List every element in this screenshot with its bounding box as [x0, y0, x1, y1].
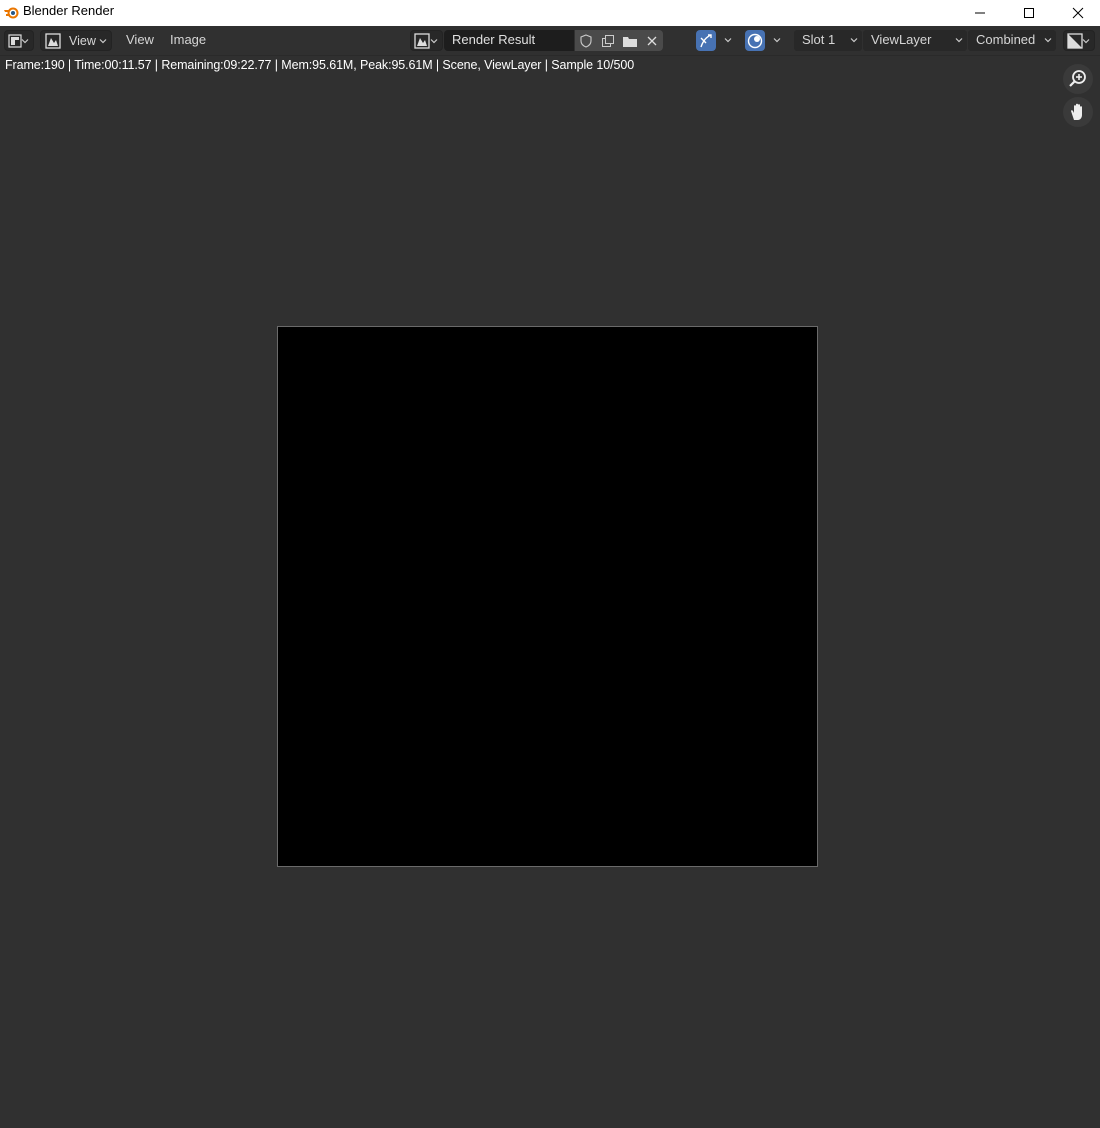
chevron-down-icon [955, 38, 963, 43]
browse-image-dropdown[interactable] [410, 30, 443, 51]
minimize-icon [975, 12, 985, 14]
color-alpha-icon [1067, 32, 1083, 49]
menu-image[interactable]: Image [170, 32, 206, 47]
maximize-button[interactable] [1005, 0, 1053, 26]
image-name-field[interactable]: Render Result [444, 30, 574, 51]
maximize-icon [1024, 8, 1034, 18]
chevron-down-icon [1082, 39, 1090, 44]
chevron-down-icon [99, 39, 107, 44]
gizmo-icon [700, 33, 712, 47]
mode-dropdown[interactable]: View [40, 30, 112, 51]
title-bar: Blender Render [0, 0, 1100, 26]
slot-label: Slot 1 [802, 32, 836, 47]
close-window-button[interactable] [1054, 0, 1100, 26]
minimize-button[interactable] [956, 0, 1004, 26]
display-channels-dropdown[interactable] [1063, 30, 1095, 51]
chevron-down-icon [773, 38, 781, 43]
render-result-image[interactable] [277, 326, 818, 867]
zoom-button[interactable] [1063, 64, 1093, 94]
duplicate-image-button[interactable] [597, 30, 619, 51]
show-gizmo-toggle[interactable] [696, 30, 716, 51]
duplicate-icon [602, 34, 614, 47]
chevron-down-icon [430, 39, 438, 44]
render-status-text: Frame:190 | Time:00:11.57 | Remaining:09… [5, 58, 635, 72]
overlay-options-dropdown[interactable] [765, 30, 785, 51]
show-overlays-toggle[interactable] [745, 30, 765, 51]
render-pass-dropdown[interactable]: Combined [968, 30, 1056, 51]
view-layer-dropdown[interactable]: ViewLayer [863, 30, 967, 51]
image-editor-icon [8, 33, 22, 48]
blender-logo-icon [4, 7, 19, 19]
shield-icon [580, 33, 592, 48]
view-mode-icon [45, 32, 61, 49]
image-icon [414, 32, 430, 49]
slot-dropdown[interactable]: Slot 1 [794, 30, 862, 51]
pan-button[interactable] [1063, 97, 1093, 127]
window-title: Blender Render [23, 3, 115, 18]
hand-icon [1071, 103, 1082, 120]
chevron-down-icon [724, 38, 732, 43]
folder-icon [623, 36, 637, 47]
gizmo-options-dropdown[interactable] [716, 30, 736, 51]
close-icon [1072, 7, 1084, 19]
zoom-in-icon [1069, 70, 1086, 87]
menu-view[interactable]: View [126, 32, 154, 47]
mode-dropdown-label: View [69, 33, 96, 48]
chevron-down-icon [1044, 38, 1052, 43]
render-pass-label: Combined [976, 32, 1036, 47]
chevron-down-icon [850, 38, 858, 43]
fake-user-button[interactable] [575, 30, 597, 51]
unlink-image-button[interactable] [641, 30, 663, 51]
overlays-icon [747, 33, 763, 48]
open-image-button[interactable] [619, 30, 641, 51]
view-layer-label: ViewLayer [871, 32, 932, 47]
close-icon [647, 36, 657, 45]
chevron-down-icon [21, 39, 29, 44]
editor-type-dropdown[interactable] [4, 30, 34, 51]
